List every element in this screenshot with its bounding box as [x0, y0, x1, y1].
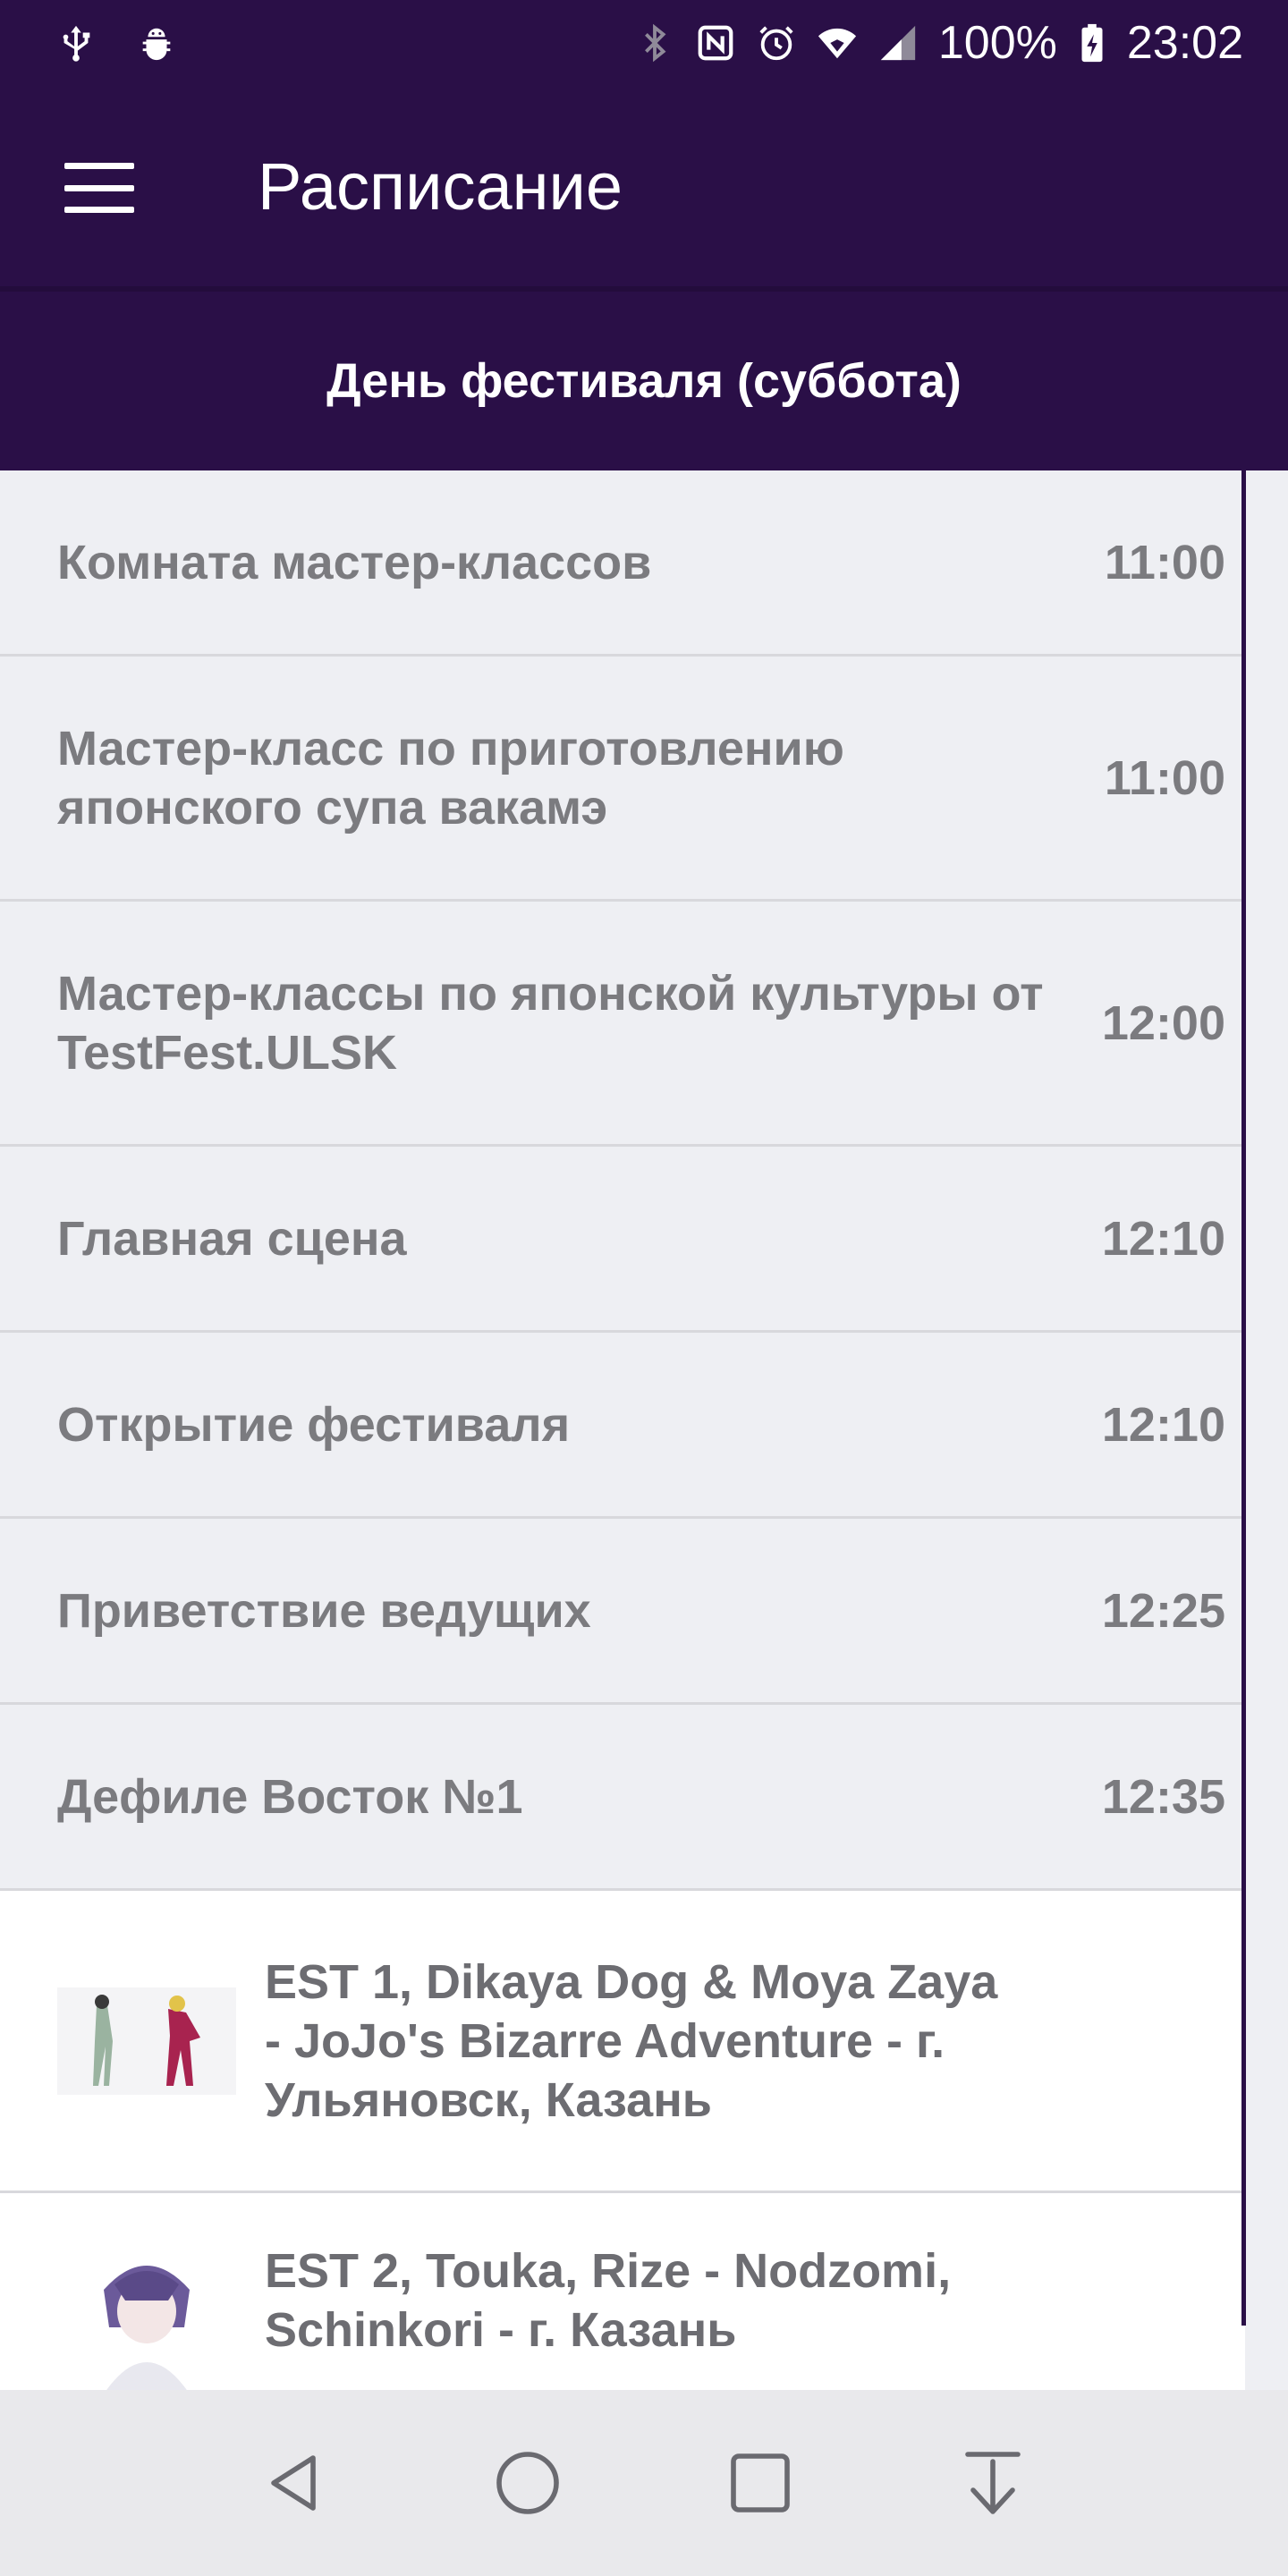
- schedule-row[interactable]: Комната мастер-классов 11:00: [0, 470, 1245, 657]
- signal-icon: [877, 22, 919, 64]
- event-name: Главная сцена: [57, 1211, 407, 1266]
- event-time: 11:00: [1104, 535, 1225, 589]
- system-navigation-bar: [0, 2390, 1288, 2576]
- event-time: 12:25: [1101, 1583, 1225, 1638]
- schedule-row[interactable]: Главная сцена 12:10: [0, 1147, 1245, 1333]
- hamburger-menu-icon[interactable]: [64, 163, 134, 213]
- event-time: 12:10: [1101, 1211, 1225, 1266]
- recents-icon[interactable]: [720, 2443, 801, 2523]
- notification-pull-down-icon[interactable]: [953, 2443, 1033, 2523]
- event-name: Комната мастер-классов: [57, 535, 652, 589]
- event-time: 11:00: [1104, 750, 1225, 805]
- participant-name: EST 2, Touka, Rize - Nodzomi, Schinkori …: [265, 2244, 952, 2357]
- android-debug-icon: [136, 22, 177, 64]
- bluetooth-icon: [634, 22, 675, 64]
- home-icon[interactable]: [487, 2443, 568, 2523]
- back-icon[interactable]: [255, 2443, 335, 2523]
- participant-thumbnail: [57, 2241, 236, 2390]
- schedule-row[interactable]: Мастер-классы по японской культуры от Te…: [0, 902, 1245, 1147]
- battery-charging-icon: [1077, 22, 1107, 64]
- participant-row[interactable]: EST 1, Dikaya Dog & Moya Zaya - JoJo's B…: [0, 1891, 1245, 2193]
- wifi-icon: [817, 22, 858, 64]
- status-bar: 100% 23:02: [0, 0, 1288, 86]
- event-name: Дефиле Восток №1: [57, 1769, 523, 1824]
- clock: 23:02: [1126, 17, 1243, 69]
- event-time: 12:10: [1101, 1397, 1225, 1452]
- schedule-row[interactable]: Мастер-класс по приготовлению японского …: [0, 657, 1245, 902]
- participant-thumbnail: [57, 1951, 236, 2131]
- usb-icon: [55, 22, 97, 64]
- battery-percent: 100%: [937, 17, 1057, 69]
- alarm-icon: [756, 22, 797, 64]
- event-name: Приветствие ведущих: [57, 1583, 591, 1638]
- page-title: Расписание: [258, 149, 623, 224]
- schedule-row[interactable]: Приветствие ведущих 12:25: [0, 1519, 1245, 1705]
- event-name: Открытие фестиваля: [57, 1397, 571, 1452]
- event-time: 12:35: [1101, 1769, 1225, 1824]
- app-bar: Расписание: [0, 86, 1288, 290]
- schedule-list[interactable]: Комната мастер-классов 11:00 Мастер-клас…: [0, 470, 1245, 2390]
- schedule-row[interactable]: Открытие фестиваля 12:10: [0, 1333, 1245, 1519]
- nfc-icon: [695, 22, 736, 64]
- event-time: 12:00: [1101, 996, 1225, 1050]
- day-tab-header[interactable]: День фестиваля (суббота): [0, 286, 1288, 470]
- participant-row[interactable]: EST 2, Touka, Rize - Nodzomi, Schinkori …: [0, 2193, 1245, 2390]
- event-name: Мастер-классы по японской культуры от Te…: [57, 966, 1044, 1080]
- schedule-row[interactable]: Дефиле Восток №1 12:35: [0, 1705, 1245, 1891]
- scrollbar[interactable]: [1241, 470, 1246, 2326]
- participant-name: EST 1, Dikaya Dog & Moya Zaya - JoJo's B…: [265, 1954, 998, 2127]
- event-name: Мастер-класс по приготовлению японского …: [57, 721, 844, 835]
- day-label: День фестиваля (суббота): [326, 354, 962, 408]
